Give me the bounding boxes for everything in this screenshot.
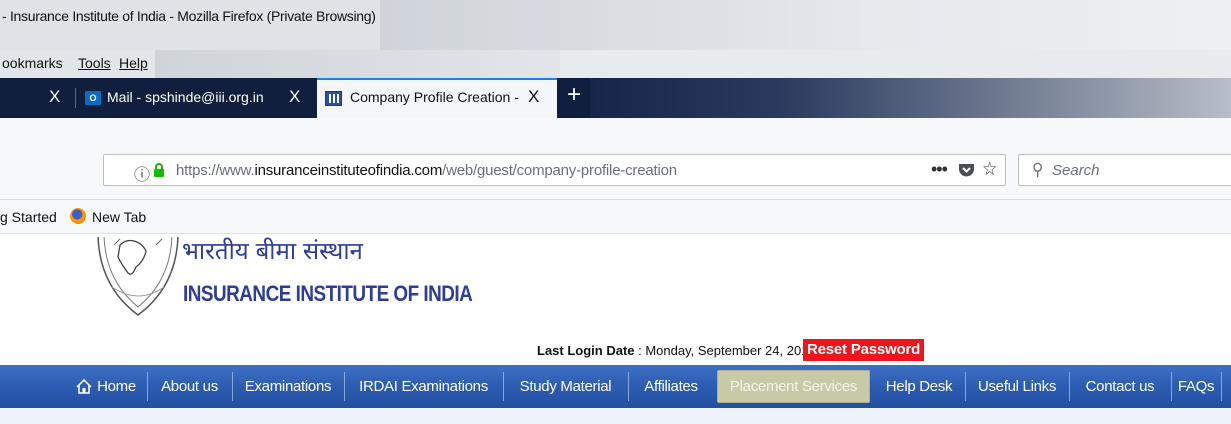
firefox-icon bbox=[70, 208, 86, 224]
bookmark-getting-started[interactable]: g Started bbox=[0, 209, 57, 225]
last-login-value: : Monday, September 24, 2018 bbox=[634, 343, 816, 358]
lock-icon[interactable] bbox=[153, 163, 165, 177]
bookmark-new-tab[interactable]: New Tab bbox=[92, 209, 146, 225]
home-icon bbox=[76, 379, 92, 394]
menu-help-label: Help bbox=[119, 55, 148, 71]
last-login-label: Last Login Date bbox=[537, 343, 635, 358]
url-path: /web/guest/company-profile-creation bbox=[442, 162, 677, 179]
search-bar[interactable]: ⚲ Search bbox=[1018, 154, 1231, 186]
last-login-info: Last Login Date : Monday, September 24, … bbox=[537, 343, 816, 358]
info-icon[interactable]: ⓘ bbox=[134, 161, 150, 185]
org-name-hindi: भारतीय बीमा संस्थान bbox=[182, 237, 363, 265]
menubar-background bbox=[155, 50, 555, 78]
tab-company-profile[interactable]: Company Profile Creation - Ins X bbox=[317, 78, 557, 118]
bookmarks-toolbar: g Started New Tab bbox=[0, 200, 1231, 234]
url-bar[interactable]: ⓘ https://www.insuranceinstituteofindia.… bbox=[103, 154, 1006, 186]
nav-examinations[interactable]: Examinations bbox=[233, 365, 343, 408]
tab-close-icon[interactable]: X bbox=[289, 87, 300, 107]
content-strip bbox=[0, 408, 1231, 424]
site-main-nav: Home About us Examinations IRDAI Examina… bbox=[0, 365, 1231, 408]
page-actions-menu-icon[interactable]: ••• bbox=[931, 159, 948, 180]
menubar: ookmarks Tools Help bbox=[0, 50, 560, 78]
outlook-icon: O bbox=[85, 91, 101, 105]
titlebar-background bbox=[380, 0, 1231, 50]
search-icon: ⚲ bbox=[1032, 160, 1044, 179]
tab-mail[interactable]: O Mail - spshinde@iii.org.in X bbox=[76, 78, 309, 118]
tab-mail-label: Mail - spshinde@iii.org.in bbox=[107, 89, 264, 105]
tab-active-label: Company Profile Creation - Ins bbox=[350, 89, 520, 105]
nav-study-material[interactable]: Study Material bbox=[504, 365, 627, 408]
tab-strip-background bbox=[590, 78, 1231, 118]
nav-separator bbox=[1221, 372, 1222, 401]
new-tab-button[interactable]: + bbox=[567, 81, 581, 109]
url-scheme: https://www. bbox=[176, 162, 255, 179]
tab-strip: X O Mail - spshinde@iii.org.in X Company… bbox=[0, 78, 1231, 118]
menu-bookmarks[interactable]: ookmarks bbox=[2, 55, 63, 71]
nav-affiliates[interactable]: Affiliates bbox=[629, 365, 713, 408]
tab-close-icon[interactable]: X bbox=[528, 87, 539, 107]
org-name-english: INSURANCE INSTITUTE OF INDIA bbox=[183, 281, 473, 306]
nav-home-label: Home bbox=[97, 378, 136, 395]
window-titlebar: - Insurance Institute of India - Mozilla… bbox=[0, 0, 1231, 50]
window-title: - Insurance Institute of India - Mozilla… bbox=[2, 8, 376, 24]
bookmark-star-icon[interactable]: ☆ bbox=[982, 158, 997, 181]
nav-home[interactable]: Home bbox=[66, 365, 146, 408]
menu-help[interactable]: Help bbox=[119, 55, 148, 71]
navigation-toolbar: ⓘ https://www.insuranceinstituteofindia.… bbox=[0, 118, 1231, 200]
nav-faqs[interactable]: FAQs bbox=[1172, 365, 1220, 408]
menu-tools[interactable]: Tools bbox=[78, 55, 111, 71]
pocket-icon[interactable] bbox=[958, 162, 975, 178]
institute-seal-logo bbox=[97, 237, 179, 316]
menu-tools-label: Tools bbox=[78, 55, 111, 71]
menubar-right-area bbox=[560, 50, 1231, 78]
tab-previous[interactable]: X bbox=[0, 78, 70, 118]
nav-contact-us[interactable]: Contact us bbox=[1070, 365, 1170, 408]
url-host: insuranceinstituteofindia.com bbox=[254, 162, 443, 179]
nav-irdai-examinations[interactable]: IRDAI Examinations bbox=[345, 365, 502, 408]
search-placeholder: Search bbox=[1052, 162, 1100, 179]
iii-icon bbox=[325, 91, 342, 106]
nav-useful-links[interactable]: Useful Links bbox=[966, 365, 1068, 408]
nav-help-desk[interactable]: Help Desk bbox=[874, 365, 964, 408]
nav-about-us[interactable]: About us bbox=[148, 365, 231, 408]
outlook-icon-letter: O bbox=[89, 93, 97, 103]
reset-password-button[interactable]: Reset Password bbox=[803, 339, 925, 361]
tab-close-icon[interactable]: X bbox=[49, 87, 60, 107]
nav-placement-services[interactable]: Placement Services bbox=[717, 370, 870, 403]
url-text[interactable]: https://www.insuranceinstituteofindia.co… bbox=[176, 162, 677, 179]
